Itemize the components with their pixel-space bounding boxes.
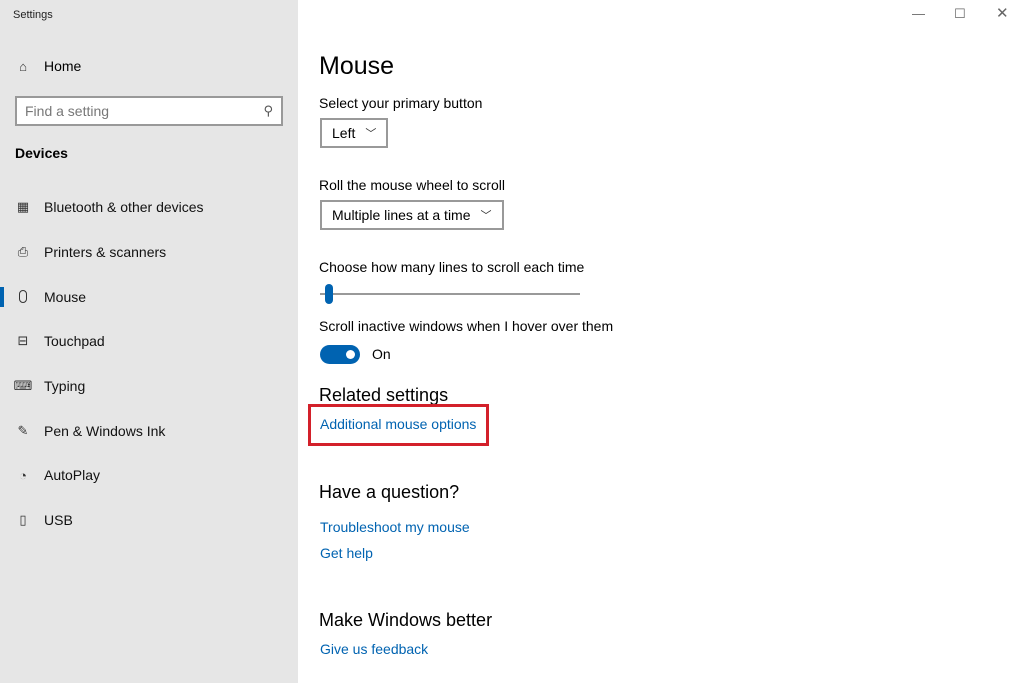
- toggle-knob: [346, 350, 355, 359]
- primary-button-label: Select your primary button: [319, 95, 483, 111]
- minimize-button[interactable]: —: [912, 6, 925, 21]
- dropdown-value: Multiple lines at a time: [332, 207, 471, 223]
- touchpad-icon: ⊟: [17, 333, 29, 349]
- chevron-down-icon: ﹀: [480, 210, 492, 222]
- search-input[interactable]: [25, 103, 264, 119]
- sidebar-item-bluetooth[interactable]: ▦ Bluetooth & other devices: [0, 185, 298, 230]
- sidebar-nav: ▦ Bluetooth & other devices ⎙ Printers & s…: [0, 185, 298, 543]
- sidebar-item-label: Typing: [44, 378, 86, 395]
- make-windows-better-heading: Make Windows better: [319, 610, 493, 630]
- sidebar-item-autoplay[interactable]: ◔ AutoPlay: [0, 453, 298, 498]
- sidebar: Settings ⌂ Home ⚲ Devices ▦ Bluetooth & ot…: [0, 0, 298, 683]
- lines-label: Choose how many lines to scroll each tim…: [319, 259, 585, 275]
- primary-button-dropdown[interactable]: Left ﹀: [320, 118, 389, 148]
- toggle-state: On: [372, 346, 391, 362]
- window-title: Settings: [13, 9, 53, 21]
- sidebar-item-pen[interactable]: ✎ Pen & Windows Ink: [0, 408, 298, 453]
- home-label: Home: [44, 58, 82, 74]
- printer-icon: ⎙: [17, 244, 29, 260]
- related-settings-heading: Related settings: [319, 385, 449, 405]
- pen-icon: ✎: [17, 422, 29, 438]
- search-icon[interactable]: ⚲: [263, 103, 273, 119]
- home-icon: ⌂: [19, 58, 27, 74]
- keyboard-icon: ⌨: [13, 378, 33, 394]
- sidebar-item-label: AutoPlay: [44, 467, 101, 484]
- sidebar-item-home[interactable]: ⌂ Home: [15, 58, 81, 74]
- wheel-label: Roll the mouse wheel to scroll: [319, 177, 505, 193]
- wheel-dropdown[interactable]: Multiple lines at a time ﹀: [320, 200, 504, 230]
- maximize-button[interactable]: ☐: [954, 6, 966, 22]
- dropdown-value: Left: [332, 125, 356, 141]
- sidebar-item-touchpad[interactable]: ⊟ Touchpad: [0, 319, 298, 364]
- chevron-down-icon: ﹀: [365, 128, 377, 140]
- slider-thumb[interactable]: [325, 284, 334, 304]
- sidebar-item-printers[interactable]: ⎙ Printers & scanners: [0, 230, 298, 275]
- sidebar-item-label: Bluetooth & other devices: [44, 199, 204, 216]
- autoplay-icon: ◔: [19, 467, 27, 483]
- troubleshoot-link[interactable]: Troubleshoot my mouse: [320, 519, 470, 535]
- sidebar-item-mouse[interactable]: Mouse: [0, 274, 298, 319]
- lines-slider[interactable]: [320, 284, 580, 304]
- search-box[interactable]: ⚲: [15, 96, 283, 126]
- close-button[interactable]: ✕: [996, 4, 1009, 22]
- slider-track: [320, 293, 580, 295]
- usb-icon: ▯: [19, 512, 27, 528]
- sidebar-item-usb[interactable]: ▯ USB: [0, 498, 298, 543]
- sidebar-item-label: Touchpad: [44, 333, 105, 350]
- inactive-scroll-toggle[interactable]: [320, 345, 360, 364]
- question-heading: Have a question?: [319, 482, 460, 502]
- section-heading: Devices: [15, 145, 68, 161]
- feedback-link[interactable]: Give us feedback: [320, 641, 428, 657]
- get-help-link[interactable]: Get help: [320, 545, 373, 561]
- bluetooth-devices-icon: ▦: [16, 199, 30, 215]
- additional-mouse-options-link[interactable]: Additional mouse options: [320, 416, 476, 432]
- sidebar-item-label: Printers & scanners: [44, 244, 167, 261]
- sidebar-item-label: Mouse: [44, 288, 87, 305]
- inactive-label: Scroll inactive windows when I hover ove…: [319, 318, 614, 334]
- sidebar-item-label: USB: [44, 512, 73, 529]
- sidebar-item-typing[interactable]: ⌨ Typing: [0, 364, 298, 409]
- page-title: Mouse: [319, 52, 395, 80]
- mouse-icon: [15, 289, 31, 305]
- sidebar-item-label: Pen & Windows Ink: [44, 422, 166, 439]
